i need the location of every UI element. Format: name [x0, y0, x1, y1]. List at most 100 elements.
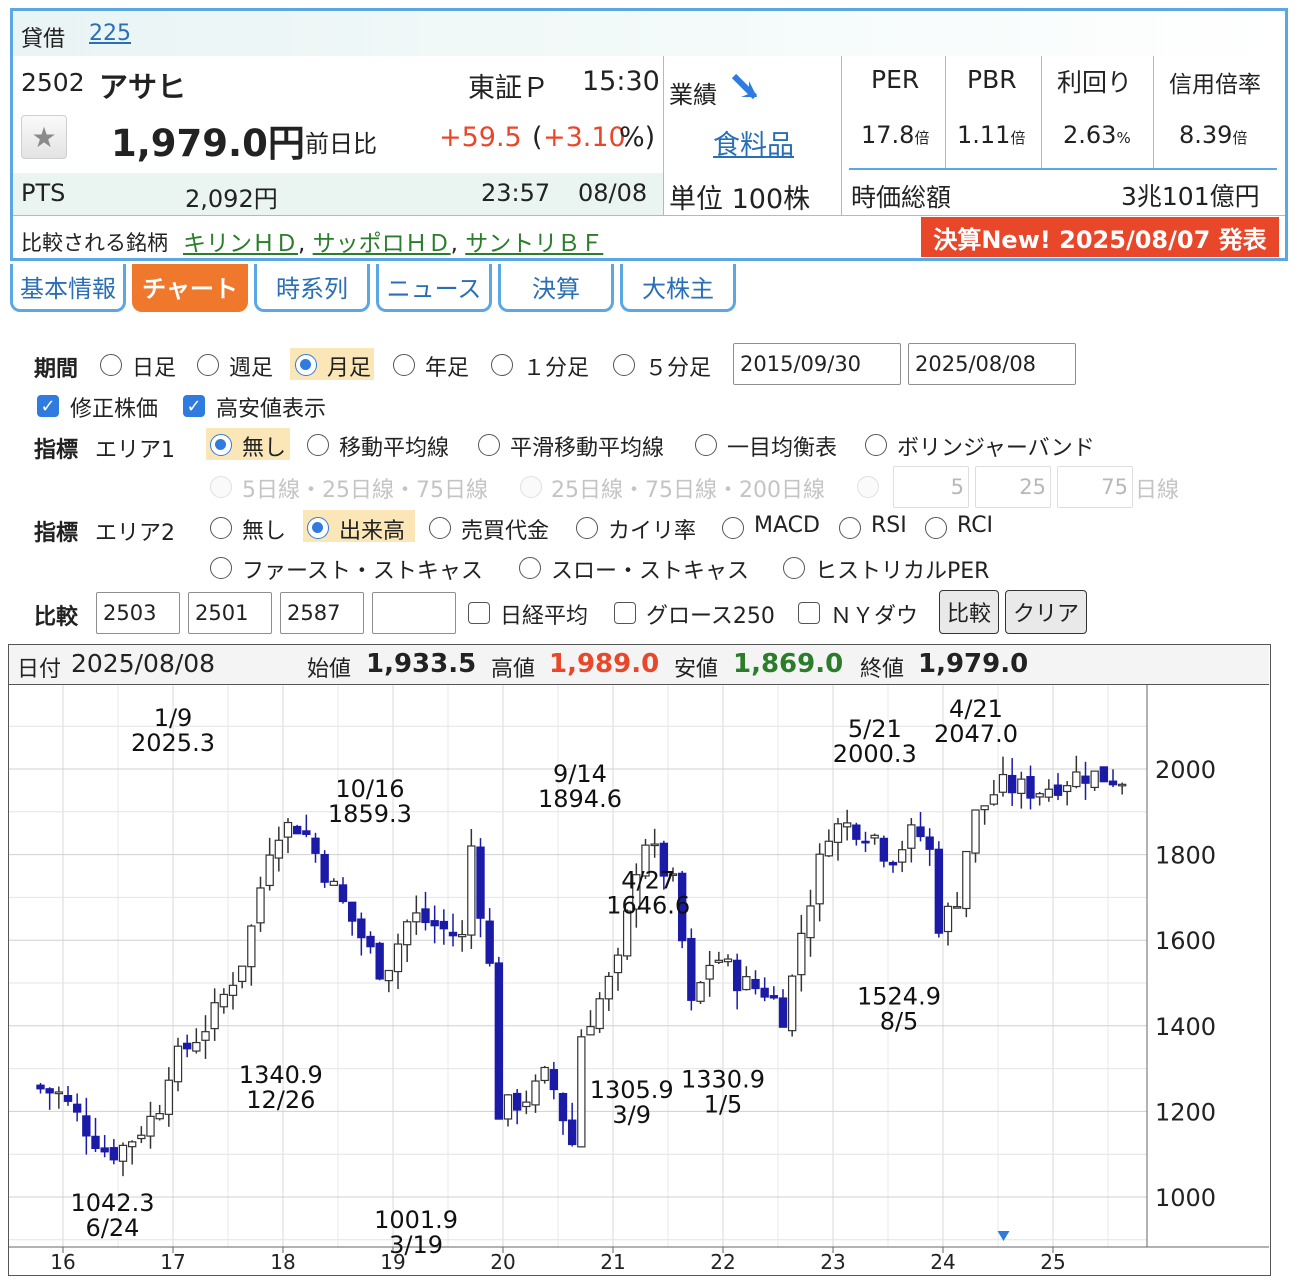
candle: [201, 1031, 210, 1041]
check-icon: ✓: [40, 395, 56, 417]
area1-radio-ma[interactable]: [307, 434, 329, 456]
candle: [311, 837, 320, 854]
area2-option-label: RSI: [871, 513, 907, 538]
margin-tag: 貸借: [21, 27, 66, 52]
divider: [841, 56, 842, 216]
compare-code-input-3[interactable]: 2587: [280, 592, 364, 634]
area1-label: エリア1: [95, 438, 175, 463]
candle: [338, 884, 348, 903]
growth250-label: グロース250: [646, 604, 775, 629]
ma-custom-radio[interactable]: [857, 476, 879, 498]
candle: [989, 794, 999, 805]
ma-set-label: 25日線・75日線・200日線: [551, 478, 825, 503]
compare-link-sapporo[interactable]: サッポロＨＤ: [313, 231, 451, 257]
candle: [971, 809, 980, 854]
metric-unit: 倍: [1010, 129, 1026, 147]
candlestick-chart[interactable]: 10001200140016001800200016 17 18 19 20 21 22 23…: [9, 685, 1269, 1273]
candle: [687, 937, 696, 1001]
earnings-badge[interactable]: 決算New! 2025/08/07 発表: [921, 217, 1279, 257]
sector-link[interactable]: 食料品: [713, 123, 794, 162]
area2-radio-rci[interactable]: [925, 517, 947, 539]
area2-radio-deviation[interactable]: [576, 517, 598, 539]
area2-radio-none[interactable]: [210, 517, 232, 539]
candle: [815, 853, 824, 905]
area1-radio-ichimoku[interactable]: [695, 434, 717, 456]
compare-code-input-2[interactable]: 2501: [188, 592, 272, 634]
area2-radio-fast-stoch[interactable]: [210, 557, 232, 579]
candle: [63, 1095, 73, 1102]
ma-input-3[interactable]: 75: [1057, 466, 1133, 508]
candle: [824, 840, 834, 857]
ma-set-radio-2[interactable]: [520, 476, 542, 498]
candle: [265, 854, 274, 887]
favorite-button[interactable]: ★: [21, 115, 67, 159]
ma-input-1[interactable]: 5: [893, 466, 969, 508]
open-label: 始値: [307, 657, 352, 682]
compare-link-kirin[interactable]: キリンＨＤ: [183, 231, 298, 257]
metric-value-yield: 2.63%: [1063, 121, 1131, 149]
area1-radio-ema[interactable]: [478, 434, 500, 456]
candle: [146, 1115, 155, 1137]
metric-unit: %: [1116, 129, 1131, 147]
growth250-checkbox[interactable]: [614, 602, 636, 624]
annotation-label: 9/14: [553, 760, 607, 788]
period-option-label: 日足: [132, 356, 177, 381]
nikkei-checkbox[interactable]: [468, 602, 490, 624]
area2-option-label: MACD: [754, 513, 820, 538]
area2-radio-volume[interactable]: [307, 517, 329, 539]
ma-set-radio-1[interactable]: [210, 476, 232, 498]
area2-radio-turnover[interactable]: [429, 517, 451, 539]
divider: [945, 56, 946, 168]
annotation-label: 1305.9: [590, 1076, 674, 1104]
tab-chart[interactable]: チャート: [132, 264, 248, 312]
candle: [1099, 766, 1109, 783]
tab-news[interactable]: ニュース: [376, 264, 492, 312]
date-to-input[interactable]: 2025/08/08: [908, 343, 1076, 385]
area2-option-label: 売買代金: [461, 519, 550, 544]
compare-button[interactable]: 比較: [939, 590, 999, 634]
candle: [503, 1094, 513, 1120]
period-radio-yearly[interactable]: [393, 354, 415, 376]
market-cap-value: 3兆101億円: [1121, 182, 1260, 211]
period-radio-1min[interactable]: [491, 354, 513, 376]
y-tick-label: 1800: [1155, 842, 1216, 870]
x-tick-label: 20: [490, 1250, 515, 1273]
area2-radio-hist-per[interactable]: [783, 557, 805, 579]
compare-stocks-label: 比較される銘柄: [21, 231, 168, 255]
tab-earnings[interactable]: 決算: [498, 264, 614, 312]
period-radio-daily[interactable]: [100, 354, 122, 376]
compare-link-suntory[interactable]: サントリＢＦ: [465, 231, 603, 257]
area1-radio-none[interactable]: [210, 434, 232, 456]
date-from-input[interactable]: 2015/09/30: [733, 343, 901, 385]
annotation-label: 8/5: [880, 1007, 919, 1035]
info-header-strip: [13, 11, 1285, 56]
period-radio-weekly[interactable]: [197, 354, 219, 376]
adjusted-price-checkbox[interactable]: ✓: [37, 395, 59, 417]
candle: [54, 1091, 64, 1095]
tab-major-shareholders[interactable]: 大株主: [620, 264, 736, 312]
area2-radio-rsi[interactable]: [839, 517, 861, 539]
low-label: 安値: [674, 657, 719, 682]
nydow-checkbox[interactable]: [798, 602, 820, 624]
tab-basic-info[interactable]: 基本情報: [10, 264, 126, 312]
metric-value: 17.8: [861, 121, 915, 149]
clear-button[interactable]: クリア: [1005, 590, 1087, 634]
tab-timeseries[interactable]: 時系列: [254, 264, 370, 312]
metric-value: 2.63: [1063, 121, 1117, 149]
ma-input-2[interactable]: 25: [975, 466, 1051, 508]
area1-option-label: 無し: [242, 436, 287, 461]
period-radio-monthly[interactable]: [295, 354, 317, 376]
compare-code-input-1[interactable]: 2503: [96, 592, 180, 634]
area1-radio-bollinger[interactable]: [865, 434, 887, 456]
trading-unit: 単位 100株: [669, 184, 811, 215]
candle: [888, 861, 898, 866]
period-radio-5min[interactable]: [613, 354, 635, 376]
index-link[interactable]: 225: [89, 21, 131, 46]
area2-radio-macd[interactable]: [722, 517, 744, 539]
area1-option-label: ボリンジャーバンド: [897, 436, 1095, 461]
annotation-label: 3/9: [612, 1101, 651, 1129]
highlow-checkbox[interactable]: ✓: [183, 395, 205, 417]
compare-code-input-4[interactable]: [372, 592, 456, 634]
close-label: 終値: [860, 657, 905, 682]
area2-radio-slow-stoch[interactable]: [519, 557, 541, 579]
